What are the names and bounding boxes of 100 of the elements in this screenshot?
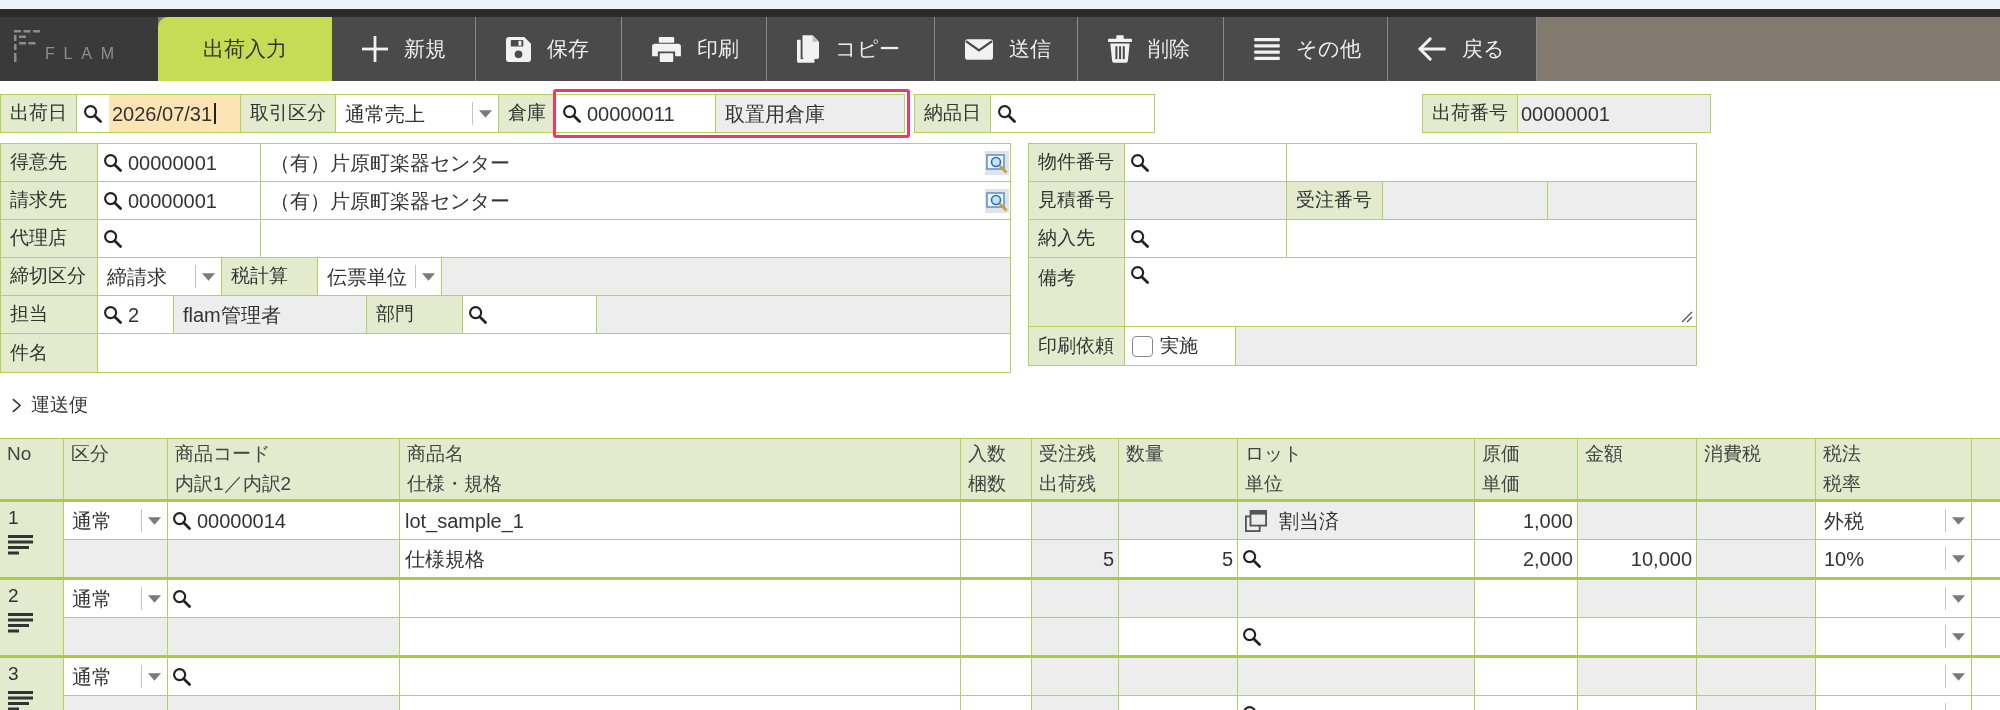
column-header: ロット xyxy=(1245,442,1302,466)
dropdown-arrow-icon[interactable] xyxy=(148,516,161,525)
search-field[interactable] xyxy=(168,580,400,618)
save-button[interactable]: 保存 xyxy=(476,17,622,81)
column-header: 区分 xyxy=(71,442,109,466)
field-label: 見積番号 xyxy=(1029,182,1125,219)
back-button[interactable]: 戻る xyxy=(1388,17,1537,81)
column-header: 入数 xyxy=(968,442,1006,466)
print-button[interactable]: 印刷 xyxy=(622,17,767,81)
dropdown-arrow-icon[interactable] xyxy=(1952,554,1965,563)
field-label: 代理店 xyxy=(1,220,98,257)
plus-icon xyxy=(362,36,388,62)
column-header: 税率 xyxy=(1823,472,1861,496)
search-icon[interactable] xyxy=(1243,549,1261,568)
field-label: 印刷依頼 xyxy=(1029,327,1125,365)
field-label: 請求先 xyxy=(1,182,98,219)
input-field[interactable] xyxy=(961,580,1032,618)
input-field[interactable] xyxy=(400,580,961,618)
column-header: 消費税 xyxy=(1704,442,1761,466)
dropdown-arrow-icon[interactable] xyxy=(202,272,215,281)
select-field[interactable]: 外税 xyxy=(1816,502,1972,540)
dropdown-arrow-icon[interactable] xyxy=(148,672,161,681)
search-icon[interactable] xyxy=(104,153,122,172)
select-field[interactable]: 通常 xyxy=(64,580,168,618)
search-field[interactable] xyxy=(168,658,400,696)
search-icon[interactable] xyxy=(469,305,487,324)
input-field[interactable] xyxy=(1475,580,1578,618)
field-label: 備考 xyxy=(1029,258,1125,326)
input-field[interactable]: lot_sample_1 xyxy=(400,502,961,540)
dropdown-arrow-icon[interactable] xyxy=(148,594,161,603)
readonly-field: 5 xyxy=(1032,540,1119,577)
text-lines-icon[interactable] xyxy=(8,535,33,555)
input-field[interactable]: 1,000 xyxy=(1475,502,1578,540)
magnifier-window-icon[interactable] xyxy=(985,150,1009,175)
field-label: 担当 xyxy=(1,296,98,333)
field-label: 受注番号 xyxy=(1287,182,1383,219)
text-lines-icon[interactable] xyxy=(8,691,33,710)
dropdown-arrow-icon[interactable] xyxy=(1952,632,1965,641)
row-number: 2 xyxy=(8,586,19,606)
logo-text: FLAM xyxy=(45,46,123,62)
column-header: 出荷残 xyxy=(1039,472,1096,496)
magnifier-window-icon[interactable] xyxy=(985,188,1009,213)
stacked-windows-icon[interactable] xyxy=(1245,509,1267,532)
dropdown-arrow-icon[interactable] xyxy=(1952,672,1965,681)
search-icon[interactable] xyxy=(173,511,191,530)
input-field[interactable] xyxy=(961,502,1032,540)
column-header: 単位 xyxy=(1245,472,1283,496)
search-icon[interactable] xyxy=(1131,153,1149,172)
send-button[interactable]: 送信 xyxy=(935,17,1078,81)
search-icon[interactable] xyxy=(104,191,122,210)
column-header: No xyxy=(7,442,32,466)
text-lines-icon[interactable] xyxy=(8,613,33,633)
row-number: 1 xyxy=(8,508,19,528)
column-header: 商品名 xyxy=(407,442,464,466)
dropdown-arrow-icon[interactable] xyxy=(1952,594,1965,603)
checkbox-label: 実施 xyxy=(1160,333,1198,358)
dropdown-arrow-icon[interactable] xyxy=(1952,516,1965,525)
section-toggle[interactable]: 運送便 xyxy=(12,391,88,419)
delete-button[interactable]: 削除 xyxy=(1078,17,1224,81)
checkbox[interactable] xyxy=(1132,335,1153,357)
column-header: 商品コード xyxy=(175,442,270,466)
copy-button[interactable]: コピー xyxy=(767,17,935,81)
arrow-left-icon xyxy=(1418,37,1446,61)
column-header: 数量 xyxy=(1126,442,1164,466)
chevron-right-icon xyxy=(12,397,21,413)
search-icon[interactable] xyxy=(1131,266,1149,284)
column-header: 梱数 xyxy=(968,472,1006,496)
field-label: 税計算 xyxy=(222,258,318,295)
resize-grip-icon[interactable] xyxy=(1681,311,1693,323)
search-field[interactable]: 00000014 xyxy=(168,502,400,540)
select-field[interactable]: 通常 xyxy=(64,658,168,696)
field-label: 出荷番号 xyxy=(1423,95,1518,132)
field-label: 得意先 xyxy=(1,144,98,181)
search-icon[interactable] xyxy=(104,305,122,324)
trash-icon xyxy=(1108,35,1132,63)
column-header: 単価 xyxy=(1482,472,1520,496)
more-button[interactable]: その他 xyxy=(1224,17,1388,81)
select-field[interactable]: 通常 xyxy=(64,502,168,540)
column-header: 仕様・規格 xyxy=(407,472,502,496)
input-field[interactable] xyxy=(400,658,961,696)
column-header: 金額 xyxy=(1585,442,1623,466)
field-label: 納入先 xyxy=(1029,220,1125,257)
dropdown-arrow-icon[interactable] xyxy=(422,272,435,281)
field-label: 件名 xyxy=(1,334,98,372)
search-icon[interactable] xyxy=(1131,229,1149,248)
tab[interactable]: 出荷入力 xyxy=(158,17,332,81)
search-icon[interactable] xyxy=(173,589,191,608)
new-button[interactable]: 新規 xyxy=(332,17,476,81)
input-field[interactable] xyxy=(1475,658,1578,696)
field-label: 部門 xyxy=(367,296,463,333)
column-header: 税法 xyxy=(1823,442,1861,466)
select-field[interactable] xyxy=(1816,658,1972,696)
search-icon[interactable] xyxy=(1243,627,1261,646)
column-header: 原価 xyxy=(1482,442,1520,466)
input-field[interactable] xyxy=(961,658,1032,696)
row-number: 3 xyxy=(8,664,19,684)
select-field[interactable] xyxy=(1816,580,1972,618)
menu-icon xyxy=(1254,38,1280,60)
search-icon[interactable] xyxy=(104,229,122,248)
search-icon[interactable] xyxy=(173,667,191,686)
